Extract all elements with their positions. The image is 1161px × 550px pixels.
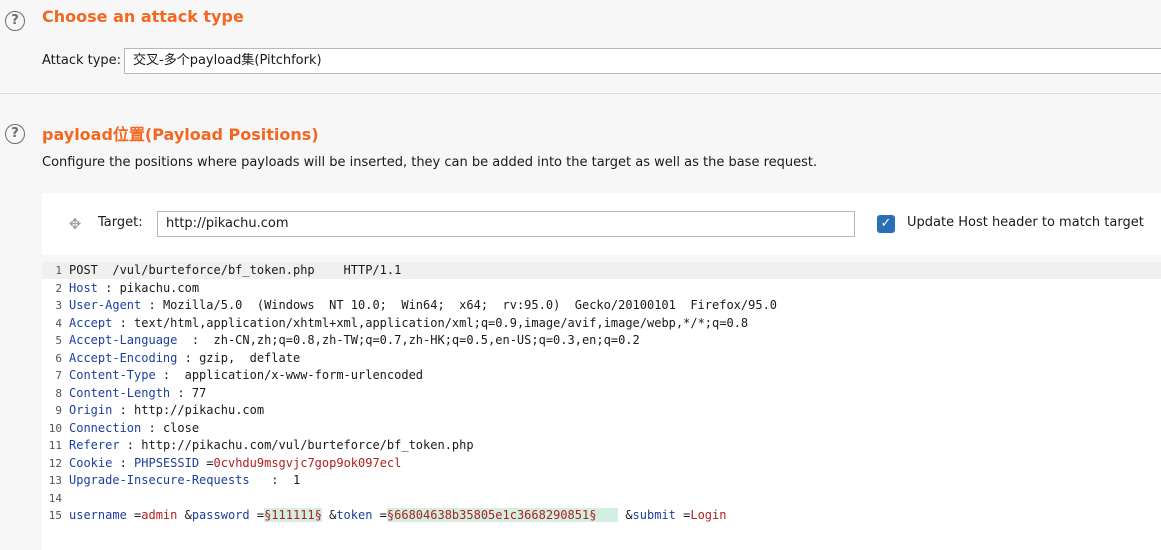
header-value: http://pikachu.com/vul/burteforce/bf_tok… — [141, 438, 474, 452]
payload-positions-description: Configure the positions where payloads w… — [42, 155, 818, 170]
header-value: Mozilla/5.0 (Windows NT 10.0; Win64; x64… — [162, 298, 778, 312]
line-number: 3 — [55, 299, 62, 312]
header-value: application/x-www-form-urlencoded — [184, 368, 424, 382]
line-number: 1 — [55, 264, 62, 277]
request-editor[interactable]: 1 2 3 4 5 6 7 8 9 10 11 12 13 14 15 POST… — [42, 262, 1161, 550]
param-amp: & — [177, 508, 192, 522]
header-sep: : — [170, 385, 192, 400]
header-line: Accept-Language : zh-CN,zh;q=0.8,zh-TW;q… — [69, 333, 640, 347]
header-sep: : — [112, 403, 135, 417]
header-value: pikachu.com — [119, 280, 200, 295]
header-sep: : — [155, 368, 185, 382]
help-icon[interactable]: ? — [5, 11, 25, 31]
header-line: Upgrade-Insecure-Requests : 1 — [69, 473, 300, 487]
attack-type-label: Attack type: — [42, 53, 122, 68]
param-name: submit — [632, 508, 676, 522]
header-line: Accept-Encoding : gzip, deflate — [69, 351, 300, 365]
help-icon[interactable]: ? — [5, 124, 25, 144]
line-number: 15 — [48, 509, 62, 522]
header-value: 1 — [292, 473, 301, 487]
header-name: Content-Length — [69, 385, 171, 400]
param-value: Login — [690, 508, 727, 522]
line-number: 7 — [55, 369, 62, 382]
header-line: User-Agent : Mozilla/5.0 (Windows NT 10.… — [69, 298, 777, 312]
line-number: 6 — [55, 351, 62, 365]
line-number: 2 — [55, 281, 62, 295]
payload-marker[interactable]: §111111§ — [264, 508, 322, 522]
request-body-line: username =admin &password =§111111§ &tok… — [69, 508, 726, 522]
target-input[interactable]: http://pikachu.com — [157, 211, 855, 237]
param-name: token — [336, 508, 373, 522]
param-name: password — [191, 508, 250, 522]
header-name: Cookie — [69, 455, 113, 470]
header-sep: : — [141, 420, 163, 435]
header-name: Content-Type — [69, 368, 156, 382]
header-name: Accept — [69, 315, 113, 330]
line-number: 14 — [48, 491, 62, 505]
header-line: Accept : text/html,application/xhtml+xml… — [69, 316, 748, 330]
target-panel: ✥ Target: http://pikachu.com ✓ Update Ho… — [42, 193, 1161, 255]
line-number: 13 — [48, 474, 62, 487]
header-value: zh-CN,zh;q=0.8,zh-TW;q=0.7,zh-HK;q=0.5,e… — [213, 333, 640, 347]
header-sep: : — [177, 350, 200, 365]
header-sep: : — [249, 473, 293, 487]
header-name: Host — [69, 280, 98, 295]
header-line: Origin : http://pikachu.com — [69, 403, 264, 417]
cookie-name: PHPSESSID — [134, 455, 200, 470]
header-value: text/html,application/xhtml+xml,applicat… — [134, 315, 749, 330]
line-number: 5 — [55, 334, 62, 347]
section-divider — [0, 93, 1161, 94]
param-eq: = — [126, 508, 142, 522]
param-eq: = — [372, 508, 387, 522]
line-number: 4 — [55, 316, 62, 330]
param-value: admin — [141, 508, 178, 522]
header-value: gzip, deflate — [199, 350, 301, 365]
line-number: 9 — [55, 404, 62, 417]
param-amp: & — [618, 508, 633, 522]
header-sep: : — [112, 315, 135, 330]
payload-positions-title: payload位置(Payload Positions) — [42, 125, 319, 144]
update-host-checkbox[interactable]: ✓ — [877, 215, 895, 233]
header-name: Upgrade-Insecure-Requests — [69, 473, 250, 487]
attack-type-select[interactable]: 交叉-多个payload集(Pitchfork) — [124, 48, 1161, 74]
line-number: 12 — [48, 456, 62, 470]
header-line: Content-Length : 77 — [69, 386, 206, 400]
param-eq: = — [675, 508, 691, 522]
header-sep: : — [141, 298, 163, 312]
attack-type-title: Choose an attack type — [42, 7, 244, 26]
header-value: 77 — [191, 385, 207, 400]
header-line: Referer : http://pikachu.com/vul/burtefo… — [69, 438, 474, 452]
param-amp: & — [321, 508, 337, 522]
line-number: 11 — [48, 439, 62, 452]
header-sep: : — [112, 455, 135, 470]
header-name: Origin — [69, 403, 113, 417]
target-label: Target: — [98, 215, 143, 230]
header-line: Cookie : PHPSESSID =0cvhdu9msgvjc7gop9ok… — [69, 456, 401, 470]
payload-marker[interactable]: §66804638b35805e1c3668290851§ — [386, 508, 619, 522]
move-icon[interactable]: ✥ — [67, 216, 83, 232]
line-number: 8 — [55, 386, 62, 400]
update-host-label: Update Host header to match target — [907, 215, 1144, 230]
header-name: User-Agent — [69, 298, 142, 312]
header-line: Host : pikachu.com — [69, 281, 199, 295]
header-value: close — [162, 420, 200, 435]
header-name: Connection — [69, 420, 142, 435]
header-line: Connection : close — [69, 421, 199, 435]
cookie-eq: = — [199, 455, 214, 470]
header-sep: : — [97, 280, 120, 295]
header-line: Content-Type : application/x-www-form-ur… — [69, 368, 423, 382]
header-name: Referer — [69, 438, 120, 452]
line-number: 10 — [48, 421, 62, 435]
param-eq: = — [249, 508, 265, 522]
header-sep: : — [119, 438, 142, 452]
cookie-value: 0cvhdu9msgvjc7gop9ok097ecl — [213, 455, 402, 470]
header-sep: : — [177, 333, 214, 347]
request-line: POST /vul/burteforce/bf_token.php HTTP/1… — [69, 263, 402, 277]
header-value: http://pikachu.com — [134, 403, 265, 417]
param-name: username — [69, 508, 127, 522]
header-name: Accept-Language — [69, 333, 178, 347]
header-name: Accept-Encoding — [69, 350, 178, 365]
